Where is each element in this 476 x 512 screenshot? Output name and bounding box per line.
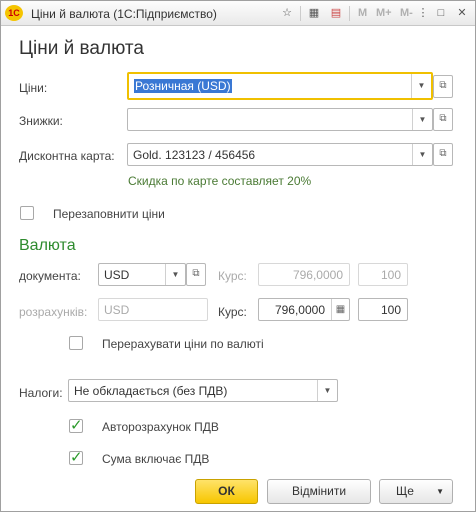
ok-button[interactable]: ОК (195, 479, 258, 504)
doc-currency-value: USD (104, 268, 130, 282)
sum-includes-vat-checkbox[interactable] (69, 448, 83, 466)
dialog-window: 1С Ціни й валюта (1С:Підприємство) ☆ ▦ ▤… (0, 0, 476, 512)
calculator-icon[interactable]: ▦ (306, 5, 322, 21)
prices-field[interactable]: Розничная (USD) ▼ (127, 72, 433, 100)
chevron-down-icon[interactable]: ▼ (411, 74, 431, 98)
calculator-icon[interactable]: ▦ (331, 299, 349, 320)
discount-card-label: Дисконтна карта: (19, 149, 115, 163)
auto-vat-label: Авторозрахунок ПДВ (102, 420, 219, 434)
recalc-prices-label: Перерахувати ціни по валюті (102, 337, 264, 351)
auto-vat-checkbox[interactable] (69, 416, 83, 434)
memory-subtract-button[interactable]: M- (400, 7, 413, 19)
more-actions-button[interactable]: Ще ▼ (379, 479, 453, 504)
calendar-icon[interactable]: ▤ (328, 5, 344, 21)
chevron-down-icon[interactable]: ▼ (165, 264, 185, 285)
more-actions-label: Ще (396, 484, 414, 498)
open-icon[interactable]: ⧉ (433, 75, 453, 98)
recalc-prices-checkbox[interactable] (69, 336, 83, 350)
refill-prices-label: Перезаповнити ціни (53, 207, 165, 221)
discounts-label: Знижки: (19, 114, 63, 128)
discount-card-field[interactable]: Gold. 123123 / 456456 ▼ (127, 143, 433, 166)
restore-icon[interactable]: □ (433, 5, 449, 21)
settle-multiplicity-field[interactable]: 100 (358, 298, 408, 321)
window-title: Ціни й валюта (1С:Підприємство) (31, 7, 217, 21)
doc-multiplicity-field: 100 (358, 263, 408, 286)
discount-hint: Скидка по карте составляет 20% (128, 174, 312, 188)
title-bar: 1С Ціни й валюта (1С:Підприємство) ☆ ▦ ▤… (1, 1, 475, 26)
settle-currency-field: USD (98, 298, 208, 321)
memory-store-button[interactable]: M (358, 7, 367, 19)
cancel-button[interactable]: Відмінити (267, 479, 371, 504)
app-logo-icon: 1С (5, 5, 23, 21)
doc-currency-label: документа: (19, 269, 81, 283)
settle-rate-value: 796,0000 (274, 303, 325, 317)
page-title: Ціни й валюта (19, 38, 144, 59)
divider (349, 6, 350, 21)
tax-value: Не обкладається (без ПДВ) (74, 384, 228, 398)
prices-label: Ціни: (19, 81, 48, 95)
tax-field[interactable]: Не обкладається (без ПДВ) ▼ (68, 379, 338, 402)
settle-currency-label: розрахунків: (19, 305, 88, 319)
chevron-down-icon[interactable]: ▼ (412, 144, 432, 165)
doc-rate-field: 796,0000 (258, 263, 350, 286)
settle-currency-value: USD (104, 303, 130, 317)
discounts-field[interactable]: ▼ (127, 108, 433, 131)
prices-value: Розничная (USD) (134, 79, 232, 93)
settle-rate-label: Курс: (218, 305, 247, 319)
open-icon[interactable]: ⧉ (433, 143, 453, 166)
close-icon[interactable]: ✕ (454, 5, 470, 21)
bookmark-icon[interactable]: ☆ (279, 5, 295, 21)
settle-rate-field[interactable]: 796,0000 ▦ (258, 298, 350, 321)
chevron-down-icon[interactable]: ▼ (412, 109, 432, 130)
chevron-down-icon[interactable]: ▼ (317, 380, 337, 401)
tax-label: Налоги: (19, 386, 63, 400)
sum-includes-vat-label: Сума включає ПДВ (102, 452, 210, 466)
doc-rate-value: 796,0000 (292, 268, 343, 282)
open-icon[interactable]: ⧉ (433, 108, 453, 131)
memory-add-button[interactable]: M+ (376, 7, 392, 19)
doc-rate-label: Курс: (218, 269, 247, 283)
refill-prices-checkbox[interactable] (20, 206, 34, 220)
more-menu-icon[interactable]: ⋮ (415, 5, 431, 21)
doc-currency-field[interactable]: USD ▼ (98, 263, 186, 286)
currency-section-title: Валюта (19, 237, 76, 254)
doc-multiplicity-value: 100 (380, 268, 401, 282)
settle-multiplicity-value: 100 (380, 303, 401, 317)
chevron-down-icon: ▼ (436, 487, 444, 496)
discount-card-value: Gold. 123123 / 456456 (133, 148, 256, 162)
divider (300, 6, 301, 21)
open-icon[interactable]: ⧉ (186, 263, 206, 286)
